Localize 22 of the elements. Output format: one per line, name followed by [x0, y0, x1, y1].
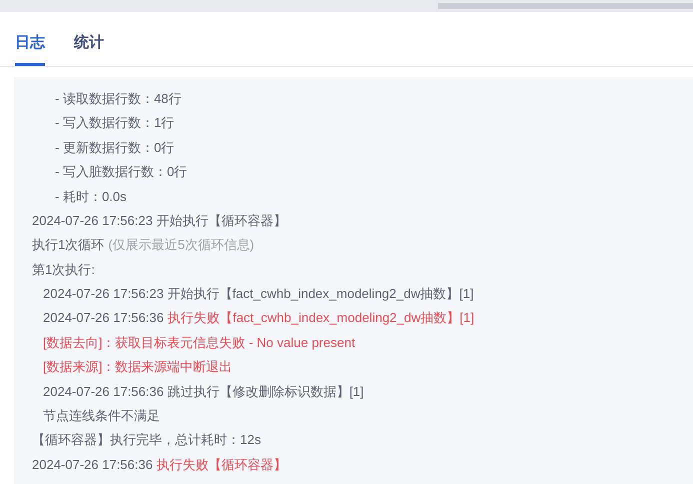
tab[interactable]: 日志	[15, 32, 45, 66]
log-text: 2024-07-26 17:56:23 开始执行【fact_cwhb_index_modeling2_dw抽数】[1]	[43, 285, 474, 304]
log-text: 2024-07-26 17:56:36	[43, 309, 164, 328]
log-text: 节点连线条件不满足	[43, 407, 160, 426]
log-text: - 写入数据行数：1行	[55, 114, 174, 132]
log-text: (仅展示最近5次循环信息)	[108, 236, 254, 254]
scrollbar-thumb[interactable]	[438, 3, 693, 9]
log-text: - 耗时：0.0s	[55, 188, 127, 206]
log-text: 2024-07-26 17:56:23 开始执行【循环容器】	[32, 212, 286, 230]
log-text: 2024-07-26 17:56:36 跳过执行【修改删除标识数据】[1]	[43, 382, 364, 401]
log-text: - 写入脏数据行数：0行	[55, 163, 188, 182]
log-text: 执行1次循环	[32, 236, 104, 254]
tab[interactable]: 统计	[74, 32, 104, 66]
log-text: [数据来源]：数据来源端中断退出	[43, 358, 232, 376]
log-text: 2024-07-26 17:56:36	[32, 456, 153, 474]
log-text: 【循环容器】执行完毕，总计耗时：12s	[32, 431, 261, 450]
log-text: [数据去向]：获取目标表元信息失败 - No value present	[43, 334, 356, 352]
log-text: 执行失败【fact_cwhb_index_modeling2_dw抽数】[1]	[168, 309, 474, 328]
log-text: 第1次执行:	[32, 260, 95, 279]
log-text: 执行失败【循环容器】	[156, 456, 287, 474]
log-text: - 更新数据行数：0行	[55, 138, 174, 157]
log-text: - 读取数据行数：48行	[55, 90, 182, 108]
